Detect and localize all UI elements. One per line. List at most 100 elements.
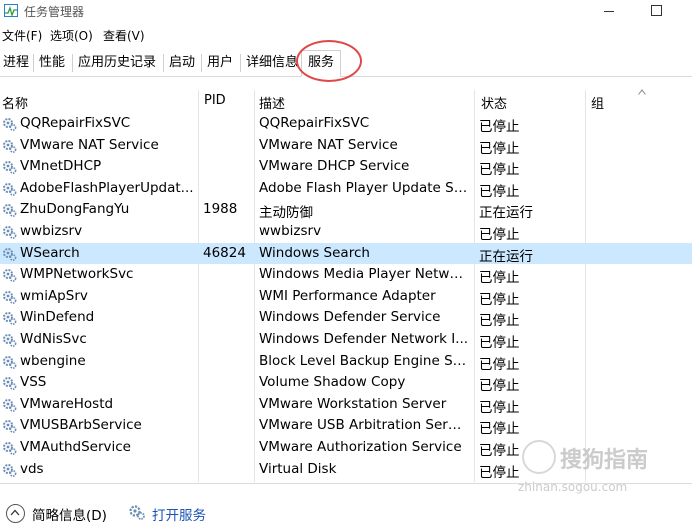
service-status: 已停止 [479, 399, 520, 416]
footer-bar: 简略信息(D) 打开服务 [0, 483, 692, 529]
service-status: 已停止 [479, 443, 520, 459]
service-status: 已停止 [479, 335, 520, 351]
service-description: VMware DHCP Service [259, 158, 410, 175]
service-gear-icon [3, 161, 17, 175]
service-status: 已停止 [479, 183, 520, 200]
service-description: Adobe Flash Player Update Se... [259, 179, 469, 196]
service-description: 主动防御 [259, 205, 313, 222]
service-gear-icon [3, 355, 17, 369]
service-gear-icon [3, 463, 17, 477]
service-description: Volume Shadow Copy [259, 374, 406, 391]
service-row[interactable]: VMnetDHCP VMware DHCP Service 已停止 [0, 156, 692, 178]
service-row[interactable]: VSS Volume Shadow Copy 已停止 [0, 372, 692, 394]
service-status: 已停止 [479, 313, 520, 330]
service-row[interactable]: wwbizsrv wwbizsrv 已停止 [0, 221, 692, 243]
service-gear-icon [3, 290, 17, 304]
column-group[interactable]: 组 [591, 93, 604, 112]
service-description: Virtual Disk [259, 460, 337, 477]
service-name: WMPNetworkSvc [20, 266, 134, 283]
tab-app-history[interactable]: 应用历史记录 [77, 52, 157, 74]
service-row[interactable]: WMPNetworkSvc Windows Media Player Netwo.… [0, 264, 692, 286]
service-row[interactable]: WSearch 46824 Windows Search 正在运行 [0, 242, 692, 265]
service-row[interactable]: VMAuthdService VMware Authorization Servi… [0, 437, 692, 459]
menu-view[interactable]: 查看(V) [103, 27, 145, 44]
service-status: 已停止 [479, 356, 520, 373]
service-row[interactable]: AdobeFlashPlayerUpdat... Adobe Flash Play… [0, 178, 692, 200]
service-row[interactable]: WinDefend Windows Defender Service 已停止 [0, 307, 692, 329]
service-status: 正在运行 [479, 248, 533, 265]
service-name: wwbizsrv [20, 223, 83, 239]
column-pid[interactable]: PID [204, 93, 226, 108]
tab-performance[interactable]: 性能 [38, 52, 66, 74]
service-gear-icon [3, 334, 17, 347]
service-gear-icon [3, 139, 17, 153]
service-status: 已停止 [479, 378, 520, 395]
title-bar: 任务管理器 [0, 0, 692, 22]
tab-users[interactable]: 用户 [206, 52, 234, 74]
service-description: VMware Workstation Server [259, 395, 447, 412]
tab-startup[interactable]: 启动 [168, 52, 196, 74]
service-row[interactable]: VMwareHostd VMware Workstation Server 已停止 [0, 394, 692, 416]
service-pid: 1988 [203, 201, 238, 218]
service-description: VMware Authorization Service [259, 439, 462, 455]
window-title: 任务管理器 [24, 5, 85, 19]
service-row[interactable]: vds Virtual Disk 已停止 [0, 459, 692, 481]
service-gear-icon [3, 377, 17, 391]
service-status: 已停止 [479, 421, 520, 438]
service-gear-icon [3, 118, 17, 131]
service-description: Windows Media Player Netwo... [259, 266, 469, 283]
column-description[interactable]: 描述 [259, 93, 285, 112]
service-gear-icon [3, 269, 17, 283]
sort-up-icon [638, 89, 646, 95]
column-name[interactable]: 名称 [2, 93, 28, 112]
brief-info-link[interactable]: 简略信息(D) [32, 504, 107, 524]
service-row[interactable]: QQRepairFixSVC QQRepairFixSVC 已停止 [0, 113, 692, 135]
service-gear-icon [3, 226, 17, 239]
menu-file[interactable]: 文件(F) [2, 27, 42, 44]
chevron-up-icon [10, 509, 20, 516]
service-status: 已停止 [479, 464, 520, 481]
service-name: VMwareHostd [20, 395, 114, 412]
service-pid: 46824 [203, 244, 246, 261]
service-status: 已停止 [479, 270, 520, 287]
service-gear-icon [3, 420, 17, 434]
service-name: VMnetDHCP [20, 158, 102, 175]
service-status: 已停止 [479, 291, 520, 308]
service-row[interactable]: wbengine Block Level Backup Engine Ser...… [0, 351, 692, 373]
service-name: WinDefend [20, 309, 95, 326]
service-description: VMware USB Arbitration Servi... [259, 417, 469, 434]
service-gear-icon [3, 442, 17, 455]
service-description: VMware NAT Service [259, 136, 398, 153]
tab-details[interactable]: 详细信息 [245, 52, 299, 74]
menu-options[interactable]: 选项(O) [50, 27, 93, 44]
service-name: wmiApSrv [20, 287, 88, 304]
service-row[interactable]: VMUSBArbService VMware USB Arbitration Se… [0, 415, 692, 437]
tab-bar: 进程 性能 应用历史记录 启动 用户 详细信息 服务 [0, 48, 692, 77]
service-row[interactable]: VMware NAT Service VMware NAT Service 已停止 [0, 135, 692, 157]
service-name: VMAuthdService [20, 439, 131, 455]
maximize-button[interactable] [646, 2, 668, 20]
service-status: 已停止 [479, 162, 520, 179]
service-gear-icon [3, 398, 17, 412]
service-name: VMUSBArbService [20, 417, 142, 434]
service-name: ZhuDongFangYu [20, 201, 130, 218]
service-row[interactable]: WdNisSvc Windows Defender Network I... 已停止 [0, 329, 692, 351]
open-services-link[interactable]: 打开服务 [152, 504, 206, 524]
service-name: AdobeFlashPlayerUpdat... [20, 179, 194, 196]
service-description: wwbizsrv [259, 223, 322, 239]
collapse-button[interactable] [6, 504, 25, 523]
service-row[interactable]: wmiApSrv WMI Performance Adapter 已停止 [0, 286, 692, 308]
task-manager-icon [4, 4, 18, 17]
service-description: Block Level Backup Engine Ser... [259, 352, 469, 369]
service-description: Windows Search [259, 244, 370, 261]
service-row[interactable]: ZhuDongFangYu 1988 主动防御 正在运行 [0, 199, 692, 221]
service-status: 已停止 [479, 119, 520, 135]
tab-processes[interactable]: 进程 [2, 52, 30, 74]
service-status: 已停止 [479, 140, 520, 157]
service-name: QQRepairFixSVC [20, 115, 131, 131]
minimize-button[interactable] [598, 2, 620, 20]
tab-services[interactable]: 服务 [301, 50, 342, 77]
column-status[interactable]: 状态 [481, 93, 507, 112]
service-status: 已停止 [479, 227, 520, 243]
service-description: QQRepairFixSVC [259, 115, 370, 131]
